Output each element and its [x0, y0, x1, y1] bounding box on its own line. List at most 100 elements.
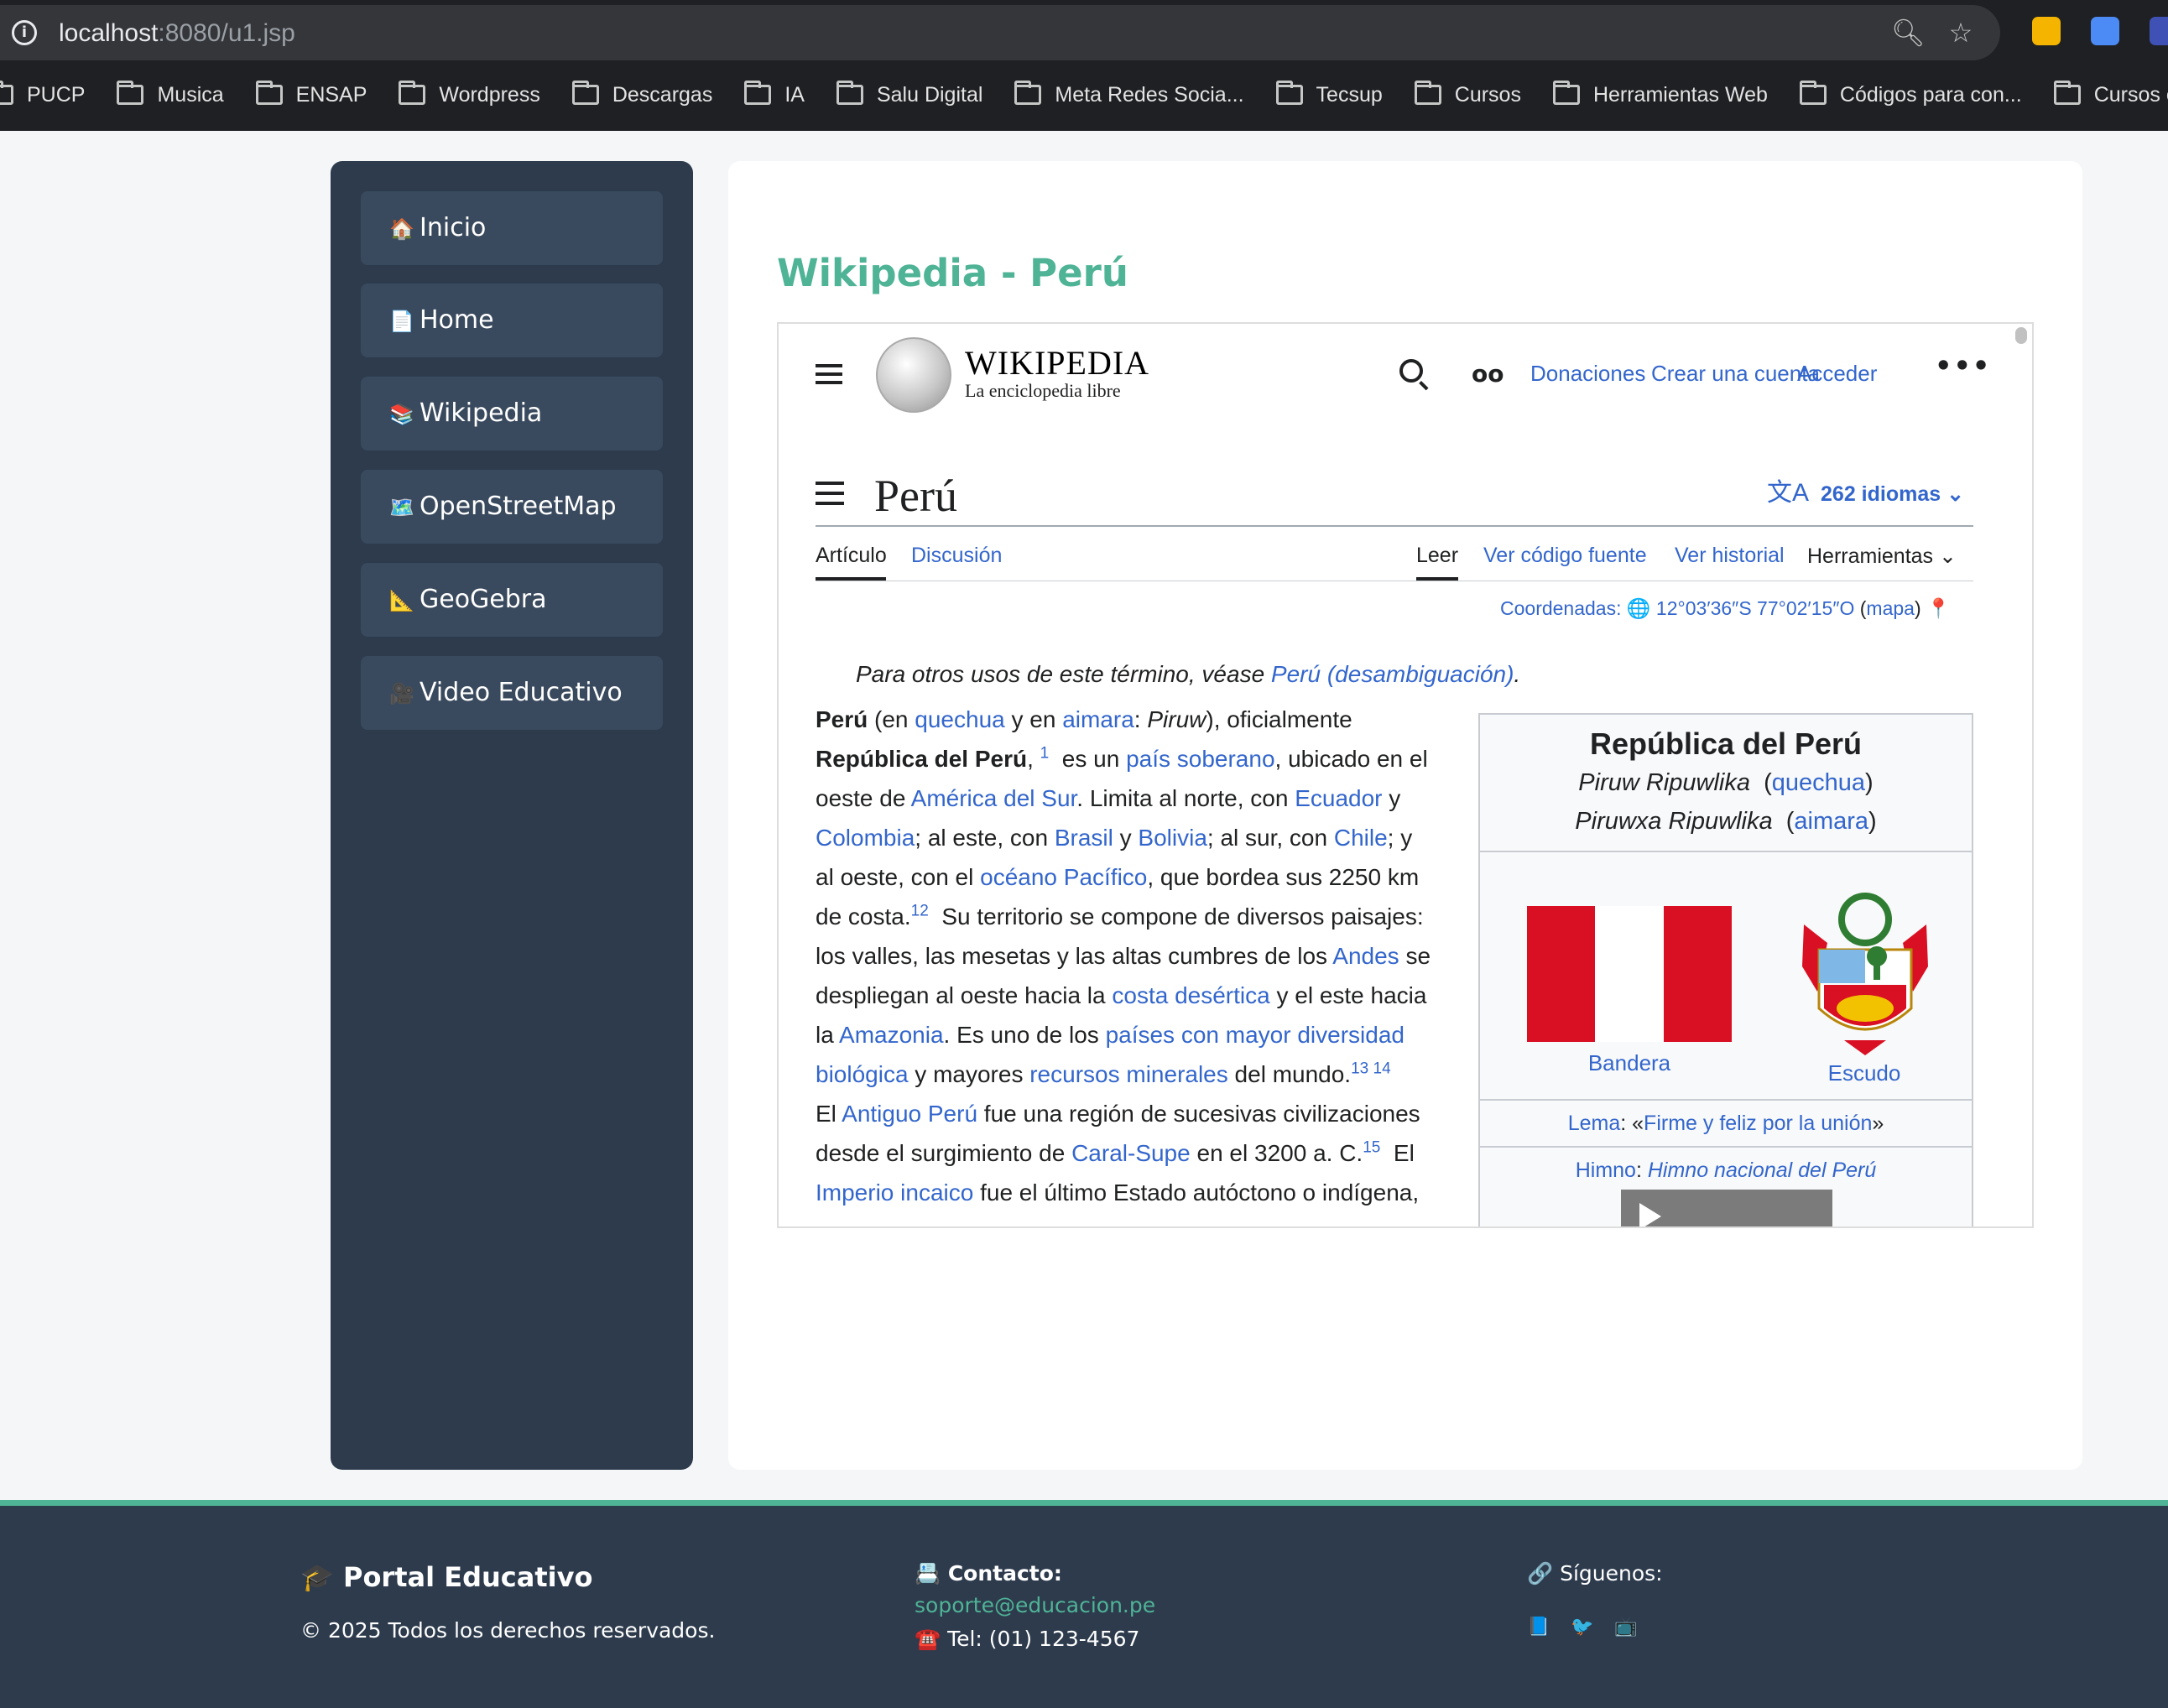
bookmark-folder[interactable]: Musica	[117, 81, 224, 107]
site-info-icon[interactable]: i	[12, 20, 37, 45]
twitter-icon[interactable]: 🐦	[1571, 1617, 1593, 1638]
more-options-icon[interactable]: •••	[1935, 352, 1991, 379]
folder-icon	[255, 81, 283, 105]
folder-icon	[1014, 81, 1042, 105]
quechua-link[interactable]: quechua	[1772, 769, 1865, 796]
wikipedia-globe-logo[interactable]	[876, 337, 951, 413]
title-divider	[816, 525, 1973, 527]
anthem-audio-player[interactable]	[1621, 1190, 1832, 1226]
folder-icon	[1414, 81, 1441, 105]
url-text[interactable]: localhost:8080/u1.jsp	[59, 19, 295, 48]
search-icon[interactable]	[1399, 359, 1423, 383]
login-link[interactable]: Acceder	[1797, 361, 1877, 387]
peru-coat-of-arms-image[interactable]	[1794, 891, 1936, 1059]
peru-flag-image[interactable]	[1527, 906, 1732, 1042]
coat-caption-link[interactable]: Escudo	[1780, 1059, 1948, 1087]
tab-leer[interactable]: Leer	[1416, 544, 1458, 568]
bookmark-folder[interactable]: Salu Digital	[836, 81, 982, 107]
sidebar-item-label: GeoGebra	[420, 585, 547, 614]
infobox-name-aimara: Piruwxa Ripuwlika (aimara)	[1575, 808, 1877, 835]
wikipedia-wordmark[interactable]: WIKIPEDIA	[965, 342, 1149, 384]
zoom-icon[interactable]: 🔍︎	[1891, 17, 1926, 49]
bookmark-folder[interactable]: Descargas	[571, 81, 712, 107]
sidebar-item-label: Inicio	[420, 213, 487, 242]
facebook-icon[interactable]: 📘	[1527, 1617, 1550, 1638]
youtube-icon[interactable]: 📺	[1614, 1617, 1637, 1638]
intro-paragraph: Perú (en quechua y en aimara: Piruw), of…	[816, 706, 1431, 1087]
main-menu-icon[interactable]	[816, 364, 842, 384]
create-account-link[interactable]: Crear una cuenta	[1651, 361, 1820, 387]
footer-copyright: © 2025 Todos los derechos reservados.	[300, 1618, 716, 1643]
tab-ver-historial[interactable]: Ver historial	[1675, 544, 1785, 568]
sidebar-item-label: Wikipedia	[420, 398, 543, 428]
bookmark-folder[interactable]: PUCP	[0, 81, 85, 107]
extension-icon[interactable]	[2091, 17, 2119, 45]
main-content: Wikipedia - Perú WIKIPEDIA La encicloped…	[728, 161, 2082, 1470]
extension-icon[interactable]	[2032, 17, 2061, 45]
iframe-scrollbar[interactable]	[2015, 327, 2027, 344]
bookmark-folder[interactable]: Herramientas Web	[1552, 81, 1768, 107]
location-pin-icon[interactable]: 📍	[1926, 597, 1951, 619]
infobox: República del Perú Piruw Ripuwlika (quec…	[1478, 713, 1973, 1226]
wikipedia-tagline: La enciclopedia libre	[965, 380, 1121, 401]
bookmark-folder[interactable]: ENSAP	[255, 81, 367, 107]
bookmark-folder[interactable]: Cursos	[1414, 81, 1521, 107]
bookmark-folder[interactable]: Wordpress	[399, 81, 540, 107]
flag-caption-link[interactable]: Bandera	[1545, 1049, 1713, 1077]
bookmark-folder[interactable]: Tecsup	[1275, 81, 1383, 107]
infobox-divider	[1480, 1099, 1972, 1101]
language-selector[interactable]: 文A 262 idiomas ⌄	[1767, 476, 1964, 511]
sidebar-item-geogebra[interactable]: 📐 GeoGebra	[361, 563, 663, 637]
disambiguation-link[interactable]: Perú (desambiguación)	[1271, 661, 1514, 687]
folder-icon	[1552, 81, 1580, 105]
footer-brand: 🎓 Portal Educativo	[300, 1561, 593, 1593]
anthem-link[interactable]: Himno nacional del Perú	[1648, 1159, 1876, 1182]
page-title: Wikipedia - Perú	[777, 251, 1128, 295]
folder-icon	[1275, 81, 1303, 105]
sidebar-item-label: OpenStreetMap	[420, 492, 617, 521]
map-link[interactable]: mapa	[1866, 597, 1915, 619]
table-of-contents-icon[interactable]	[816, 482, 844, 507]
folder-icon	[1799, 81, 1827, 105]
footer-phone: ☎️ Tel: (01) 123-4567	[915, 1627, 1140, 1651]
translate-icon: 文A	[1767, 479, 1810, 507]
browser-chrome: i localhost:8080/u1.jsp 🔍︎ ☆ PUCP Musica…	[0, 0, 2168, 131]
sidebar-item-wikipedia[interactable]: 📚 Wikipedia	[361, 377, 663, 450]
sidebar: 🏠 Inicio 📄 Home 📚 Wikipedia 🗺️ OpenStreetMap…	[331, 161, 693, 1470]
tab-discusion[interactable]: Discusión	[911, 544, 1002, 568]
globe-icon: 🌐	[1626, 597, 1651, 619]
folder-icon	[744, 81, 772, 105]
bookmark-folder[interactable]: Meta Redes Socia...	[1014, 81, 1244, 107]
tab-ver-codigo-fuente[interactable]: Ver código fuente	[1483, 544, 1647, 568]
sidebar-item-inicio[interactable]: 🏠 Inicio	[361, 191, 663, 265]
bookmarks-bar: PUCP Musica ENSAP Wordpress Descargas IA…	[0, 74, 2168, 116]
tab-herramientas[interactable]: Herramientas ⌄	[1807, 544, 1957, 569]
motto-link[interactable]: Firme y feliz por la unión	[1644, 1112, 1872, 1135]
sidebar-item-home[interactable]: 📄 Home	[361, 284, 663, 357]
bookmark-folder[interactable]: Cursos e	[2053, 81, 2168, 107]
sidebar-item-openstreetmap[interactable]: 🗺️ OpenStreetMap	[361, 470, 663, 544]
sidebar-item-label: Video Educativo	[420, 678, 623, 707]
wikipedia-iframe[interactable]: WIKIPEDIA La enciclopedia libre oo Donac…	[777, 322, 2034, 1228]
infobox-divider	[1480, 851, 1972, 852]
aimara-link[interactable]: aimara	[1794, 808, 1868, 835]
tab-articulo[interactable]: Artículo	[816, 544, 887, 568]
donate-link[interactable]: Donaciones	[1530, 361, 1645, 387]
bookmark-folder[interactable]: Códigos para con...	[1799, 81, 2022, 107]
infobox-title: República del Perú	[1589, 726, 1863, 761]
coordinates-link[interactable]: 12°03′36″S 77°02′15″O	[1656, 597, 1854, 619]
address-bar[interactable]: i localhost:8080/u1.jsp 🔍︎ ☆	[0, 5, 2000, 60]
appearance-icon[interactable]: oo	[1472, 362, 1504, 386]
map-icon: 🗺️	[389, 496, 414, 519]
infobox-name-quechua: Piruw Ripuwlika (quechua)	[1578, 769, 1874, 796]
extension-icon[interactable]	[2150, 17, 2168, 45]
bookmark-star-icon[interactable]: ☆	[1945, 17, 1977, 49]
bookmark-folder[interactable]: IA	[744, 81, 805, 107]
books-icon: 📚	[389, 403, 414, 426]
article-title: Perú	[874, 471, 957, 521]
triangle-ruler-icon: 📐	[389, 589, 414, 612]
footer-email-link[interactable]: soporte@educacion.pe	[915, 1593, 1155, 1617]
video-camera-icon: 🎥	[389, 682, 414, 706]
sidebar-item-video-educativo[interactable]: 🎥 Video Educativo	[361, 656, 663, 730]
infobox-anthem: Himno: Himno nacional del Perú	[1575, 1159, 1877, 1182]
